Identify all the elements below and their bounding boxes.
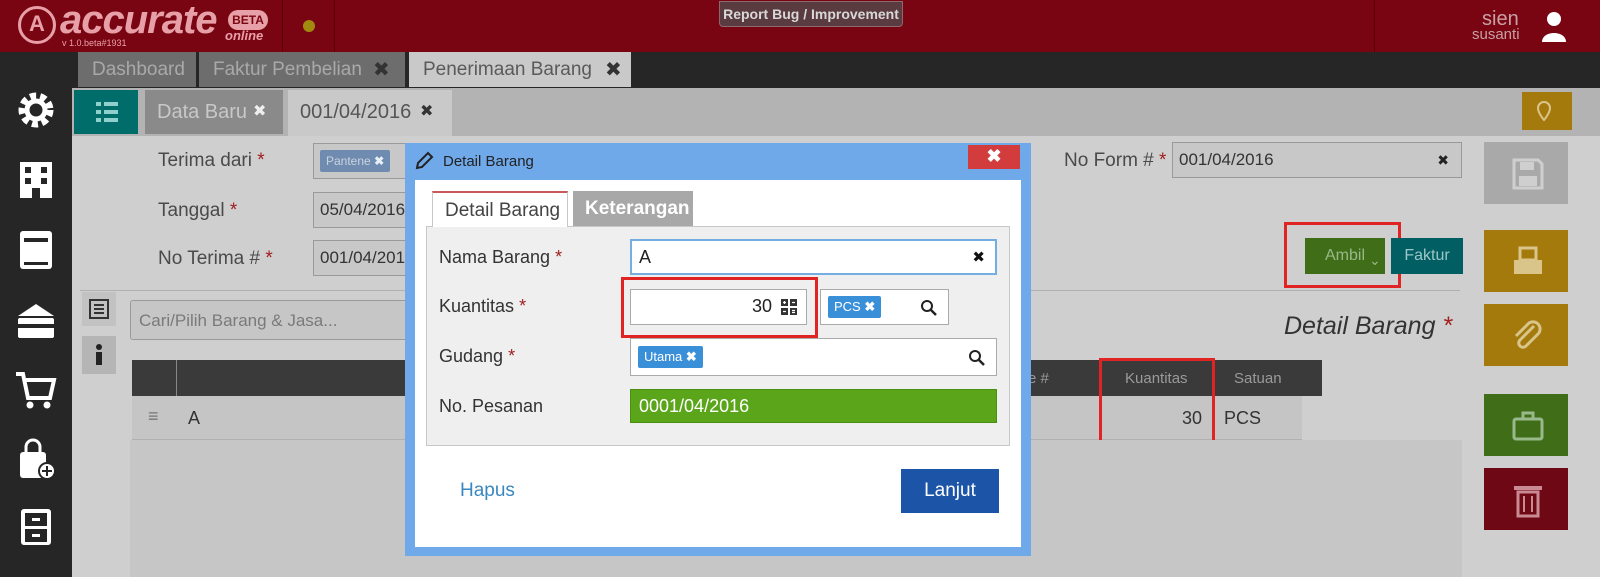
ledger-book-icon[interactable] — [14, 228, 58, 272]
subtab-label: 001/04/2016 — [300, 101, 412, 123]
no-pesanan-label: No. Pesanan — [439, 396, 544, 416]
nama-barang-label: Nama Barang * — [439, 247, 563, 267]
faktur-button[interactable]: Faktur — [1391, 238, 1463, 274]
divider — [282, 0, 283, 52]
gudang-tag[interactable]: Utama ✖ — [638, 346, 703, 368]
tab-label: Faktur Pembelian — [213, 59, 362, 80]
row-item-name: A — [188, 408, 201, 428]
nama-barang-input[interactable]: A ✖ — [630, 239, 997, 275]
gudang-select[interactable]: Utama ✖ — [630, 338, 997, 376]
bank-card-icon[interactable] — [14, 298, 58, 342]
company-building-icon[interactable] — [14, 158, 58, 202]
column-header-satuan[interactable]: Satuan — [1234, 370, 1282, 387]
report-bug-button[interactable]: Report Bug / Improvement — [719, 1, 903, 27]
pencil-icon — [415, 151, 434, 170]
tab-keterangan[interactable]: Keterangan — [573, 191, 693, 227]
attachment-button[interactable] — [1484, 304, 1568, 366]
detail-list-tab[interactable] — [82, 292, 116, 326]
tab-penerimaan-barang[interactable]: Penerimaan Barang ✖ — [409, 52, 631, 87]
hapus-button[interactable]: Hapus — [460, 480, 515, 502]
save-button[interactable] — [1484, 142, 1568, 204]
document-list-icon — [89, 299, 109, 319]
close-icon[interactable]: ✖ — [253, 90, 266, 134]
divider — [334, 0, 335, 52]
list-menu-icon[interactable] — [74, 90, 138, 134]
save-disk-icon — [1512, 158, 1544, 190]
location-button[interactable] — [1522, 92, 1572, 130]
vendor-tag[interactable]: Pantene ✖ — [320, 150, 391, 172]
highlight-box — [1284, 222, 1401, 288]
shopping-cart-icon[interactable] — [14, 368, 58, 412]
brand-name: accurate — [60, 0, 218, 42]
unit-select[interactable]: PCS ✖ — [820, 289, 949, 325]
section-title: Detail Barang * — [1284, 312, 1453, 340]
highlight-box — [1099, 358, 1215, 444]
sales-bag-icon[interactable] — [14, 438, 58, 482]
close-icon[interactable]: ✖ — [373, 52, 390, 88]
subtab-data-baru[interactable]: Data Baru ✖ — [145, 90, 283, 134]
tab-detail-barang[interactable]: Detail Barang — [432, 191, 568, 227]
status-dot-icon — [303, 20, 315, 32]
trash-icon — [1514, 486, 1542, 518]
close-icon[interactable]: ✖ — [420, 90, 433, 134]
dialog-close-button[interactable]: ✖ — [968, 145, 1020, 169]
no-form-label: No Form # * — [1064, 150, 1167, 171]
beta-badge: BETA — [228, 10, 268, 30]
tab-label: Penerimaan Barang — [423, 59, 592, 80]
nama-barang-value: A — [639, 247, 652, 267]
search-placeholder: Cari/Pilih Barang & Jasa... — [139, 311, 338, 330]
item-search-input[interactable]: Cari/Pilih Barang & Jasa... — [130, 300, 420, 340]
unit-tag[interactable]: PCS ✖ — [828, 296, 882, 318]
row-unit: PCS — [1224, 408, 1262, 428]
lanjut-button[interactable]: Lanjut — [901, 469, 999, 513]
search-icon[interactable] — [968, 349, 986, 367]
column-header-partial: e # — [1028, 370, 1049, 387]
terima-dari-label: Terima dari * — [158, 150, 265, 171]
kuantitas-label: Kuantitas * — [439, 296, 527, 316]
terima-dari-field[interactable]: Pantene ✖ — [313, 143, 413, 179]
highlight-box — [621, 277, 818, 338]
gudang-label: Gudang * — [439, 346, 516, 366]
inventory-cabinet-icon[interactable] — [14, 505, 58, 549]
search-icon[interactable] — [920, 299, 938, 317]
subtab-001-04-2016[interactable]: 001/04/2016 ✖ — [288, 90, 452, 136]
detail-info-tab[interactable] — [82, 336, 116, 374]
delete-button[interactable] — [1484, 468, 1568, 530]
briefcase-icon — [1512, 411, 1544, 441]
dialog-title: Detail Barang — [443, 153, 534, 170]
tab-dashboard[interactable]: Dashboard — [78, 52, 196, 87]
accurate-logo-icon: A — [18, 6, 56, 44]
subtab-label: Data Baru — [157, 101, 248, 123]
no-terima-field[interactable]: 001/04/2016 — [313, 240, 415, 276]
no-pesanan-field[interactable]: 0001/04/2016 — [630, 389, 997, 423]
no-form-field[interactable]: 001/04/2016 ✖ — [1172, 142, 1462, 178]
user-subname[interactable]: susanti — [1472, 26, 1520, 43]
paperclip-icon — [1514, 320, 1542, 349]
clear-icon[interactable]: ✖ — [1437, 143, 1449, 177]
print-button[interactable] — [1484, 230, 1568, 292]
print-icon — [1514, 246, 1542, 274]
close-icon[interactable]: ✖ — [605, 52, 622, 88]
drag-handle-icon[interactable]: ≡ — [148, 406, 159, 427]
settings-gear-icon[interactable] — [14, 88, 58, 132]
clear-icon[interactable]: ✖ — [972, 248, 985, 266]
user-avatar-icon[interactable] — [1540, 8, 1568, 44]
version-label: v 1.0.beta#1931 — [62, 38, 127, 48]
tab-faktur-pembelian[interactable]: Faktur Pembelian ✖ — [199, 52, 405, 87]
tanggal-field[interactable]: 05/04/2016 — [313, 192, 413, 228]
tab-label: Dashboard — [92, 59, 185, 80]
tools-button[interactable] — [1484, 394, 1568, 456]
divider — [1374, 0, 1375, 52]
edition-label: online — [225, 28, 264, 43]
tanggal-label: Tanggal * — [158, 200, 238, 221]
no-terima-label: No Terima # * — [158, 248, 273, 269]
info-icon — [96, 344, 102, 365]
map-pin-icon — [1536, 100, 1552, 122]
